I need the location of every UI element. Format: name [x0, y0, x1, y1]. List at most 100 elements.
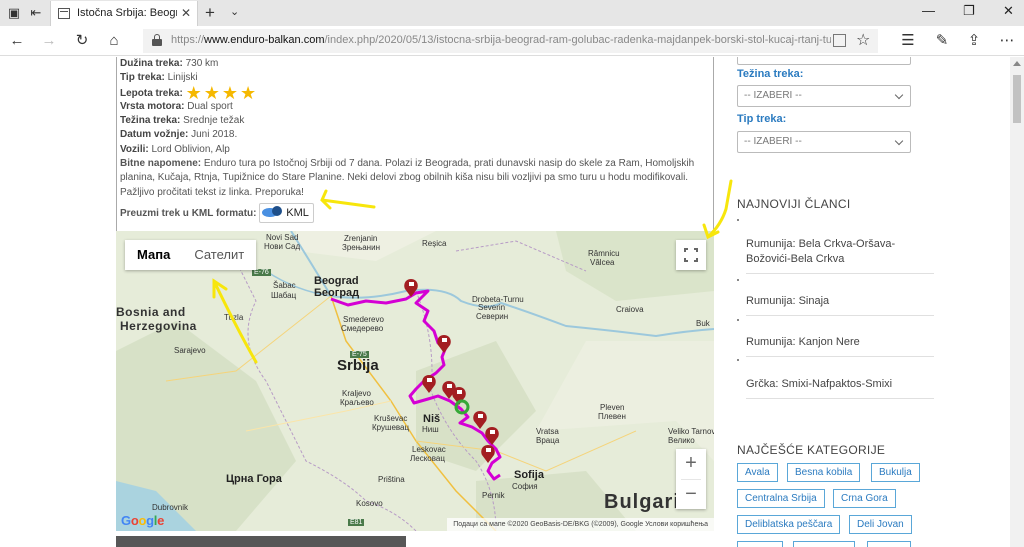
category-tag[interactable]: Bukulja — [871, 463, 920, 482]
category-tag[interactable]: Crna Gora — [833, 489, 896, 508]
zoom-out-button[interactable]: − — [676, 480, 706, 510]
map-label: Pernik — [482, 491, 505, 500]
more-icon[interactable]: ⋯ — [997, 31, 1017, 51]
refresh-icon[interactable]: ↻ — [72, 31, 92, 51]
route-marker[interactable] — [481, 445, 495, 463]
set-aside-icon[interactable]: ⇤ — [27, 4, 45, 22]
map-road-shield: E-75 — [350, 351, 369, 358]
page-favicon-icon — [58, 8, 70, 19]
page-scrollbar[interactable] — [1010, 57, 1024, 547]
google-logo[interactable]: Google — [121, 513, 164, 528]
map-type-map-button[interactable]: Мапа — [125, 240, 182, 270]
map-label: Северин — [476, 312, 509, 321]
route-marker[interactable] — [437, 335, 451, 353]
map-label: Нови Сад — [264, 242, 301, 251]
article-image-strip — [116, 536, 406, 547]
map-label: Зрењанин — [342, 243, 380, 252]
map-label: Велико — [668, 436, 695, 445]
map-label: Râmnicu — [588, 249, 620, 258]
map-label: Buk — [696, 319, 710, 328]
url-text: https://www.enduro-balkan.com/index.php/… — [171, 34, 831, 46]
scrollbar-thumb[interactable] — [1013, 75, 1021, 123]
article-link[interactable]: Grčka: Smixi-Nafpaktos-Smixi — [746, 377, 934, 399]
category-tag[interactable]: Besna kobila — [787, 463, 861, 482]
back-icon[interactable]: ← — [7, 31, 27, 51]
category-tag-partial[interactable] — [867, 541, 911, 547]
latest-articles-heading: NAJNOVIJI ČLANCI — [737, 197, 851, 211]
chevron-down-icon — [894, 136, 904, 146]
info-row-beauty: Lepota treka: ★ ★ ★ ★ — [120, 82, 257, 103]
favorites-hub-icon[interactable]: ☰ — [898, 31, 918, 51]
map-label: Враца — [536, 436, 560, 445]
category-tag[interactable]: Deliblatska peščara — [737, 515, 841, 534]
map-label: Краљево — [340, 398, 374, 407]
category-tag[interactable]: Centralna Srbija — [737, 489, 825, 508]
info-row-date: Datum vožnje: Juni 2018. — [120, 129, 238, 141]
scroll-up-icon[interactable] — [1013, 61, 1021, 66]
lock-icon — [152, 34, 162, 46]
top-categories-heading: NAJČEŠĆE KATEGORIJE — [737, 443, 886, 457]
tab-menu-chevron-icon[interactable]: ⌄ — [230, 5, 239, 18]
reader-icon[interactable] — [833, 34, 846, 47]
article-link[interactable]: Rumunija: Kanjon Nere — [746, 335, 934, 357]
browser-tab[interactable]: Istočna Srbija: Beograd- ✕ — [50, 1, 198, 26]
tab-close-icon[interactable]: ✕ — [181, 6, 191, 20]
category-tag[interactable]: Deli Jovan — [849, 515, 912, 534]
browser-tab-bar: ▣ ⇤ Istočna Srbija: Beograd- ✕ + ⌄ — ❐ ✕ — [0, 0, 1024, 26]
map-label: Смедерево — [341, 324, 384, 333]
map-road-shield: E-76 — [252, 269, 271, 276]
route-marker[interactable] — [473, 411, 487, 429]
route-map[interactable]: Novi Sad Нови Сад Zrenjanin Зрењанин Reș… — [116, 231, 714, 531]
share-icon[interactable]: ⇪ — [964, 31, 984, 51]
map-label: Veliko Tarnovo — [668, 427, 714, 436]
map-type-satellite-button[interactable]: Сателит — [182, 240, 256, 270]
kml-row: Preuzmi trek u KML formatu: KML — [120, 203, 713, 225]
maximize-icon[interactable]: ❐ — [963, 3, 975, 19]
route-marker[interactable] — [485, 427, 499, 445]
type-filter-select[interactable]: -- IZABERI -- — [737, 131, 911, 153]
forward-icon[interactable]: → — [39, 31, 59, 51]
route-markers — [404, 279, 499, 463]
category-tag-partial[interactable] — [737, 541, 783, 547]
favorite-star-icon[interactable]: ☆ — [856, 30, 870, 50]
minimize-icon[interactable]: — — [922, 3, 935, 18]
home-icon[interactable]: ⌂ — [104, 31, 124, 51]
address-bar[interactable]: https://www.enduro-balkan.com/index.php/… — [143, 29, 878, 53]
article-link[interactable]: Rumunija: Sinaja — [746, 294, 934, 316]
category-tag-partial[interactable] — [793, 541, 855, 547]
page-content: Dužina treka: 730 km Tip treka: Linijski… — [0, 57, 1024, 547]
map-label: Kruševac — [374, 414, 408, 423]
chevron-down-icon — [894, 90, 904, 100]
map-label: Bosnia and — [116, 305, 186, 319]
fullscreen-icon — [684, 248, 698, 262]
info-notes: Bitne napomene: Enduro tura po Istočnoj … — [120, 158, 695, 198]
tab-actions-icon[interactable]: ▣ — [5, 4, 23, 22]
map-label: Sarajevo — [174, 346, 206, 355]
rating-star-icon: ★ — [240, 82, 257, 103]
route-marker-start[interactable] — [454, 399, 470, 415]
map-label: Zrenjanin — [344, 234, 378, 243]
map-label: Herzegovina — [120, 319, 197, 333]
kml-download-button[interactable]: KML — [259, 203, 314, 224]
map-label: Шабац — [271, 291, 297, 300]
zoom-in-button[interactable]: + — [676, 449, 706, 479]
pen-icon[interactable]: ✎ — [932, 31, 952, 51]
route-marker[interactable] — [404, 279, 418, 297]
map-label: Лесковац — [410, 454, 445, 463]
route-marker[interactable] — [422, 375, 436, 393]
category-tag[interactable]: Avala — [737, 463, 778, 482]
map-label: Srbija — [337, 357, 379, 374]
difficulty-filter-select[interactable]: -- IZABERI -- — [737, 85, 911, 107]
kml-label: Preuzmi trek u KML formatu: — [120, 207, 257, 219]
map-label: Niš — [423, 413, 441, 425]
close-window-icon[interactable]: ✕ — [1003, 3, 1014, 19]
article-link[interactable]: Rumunija: Bela Crkva-Oršava-Božovići-Bel… — [746, 237, 934, 274]
info-row-difficulty: Težina treka: Srednje težak — [120, 115, 245, 127]
map-label: Craiova — [616, 305, 644, 314]
new-tab-icon[interactable]: + — [205, 3, 215, 23]
previous-filter-select[interactable] — [737, 57, 911, 65]
map-label: Pleven — [600, 403, 625, 412]
fullscreen-button[interactable] — [676, 240, 706, 270]
map-attribution[interactable]: Подаци са мапе ©2020 GeoBasis-DE/BKG (©2… — [447, 518, 714, 531]
map-label: Dubrovnik — [152, 503, 189, 512]
